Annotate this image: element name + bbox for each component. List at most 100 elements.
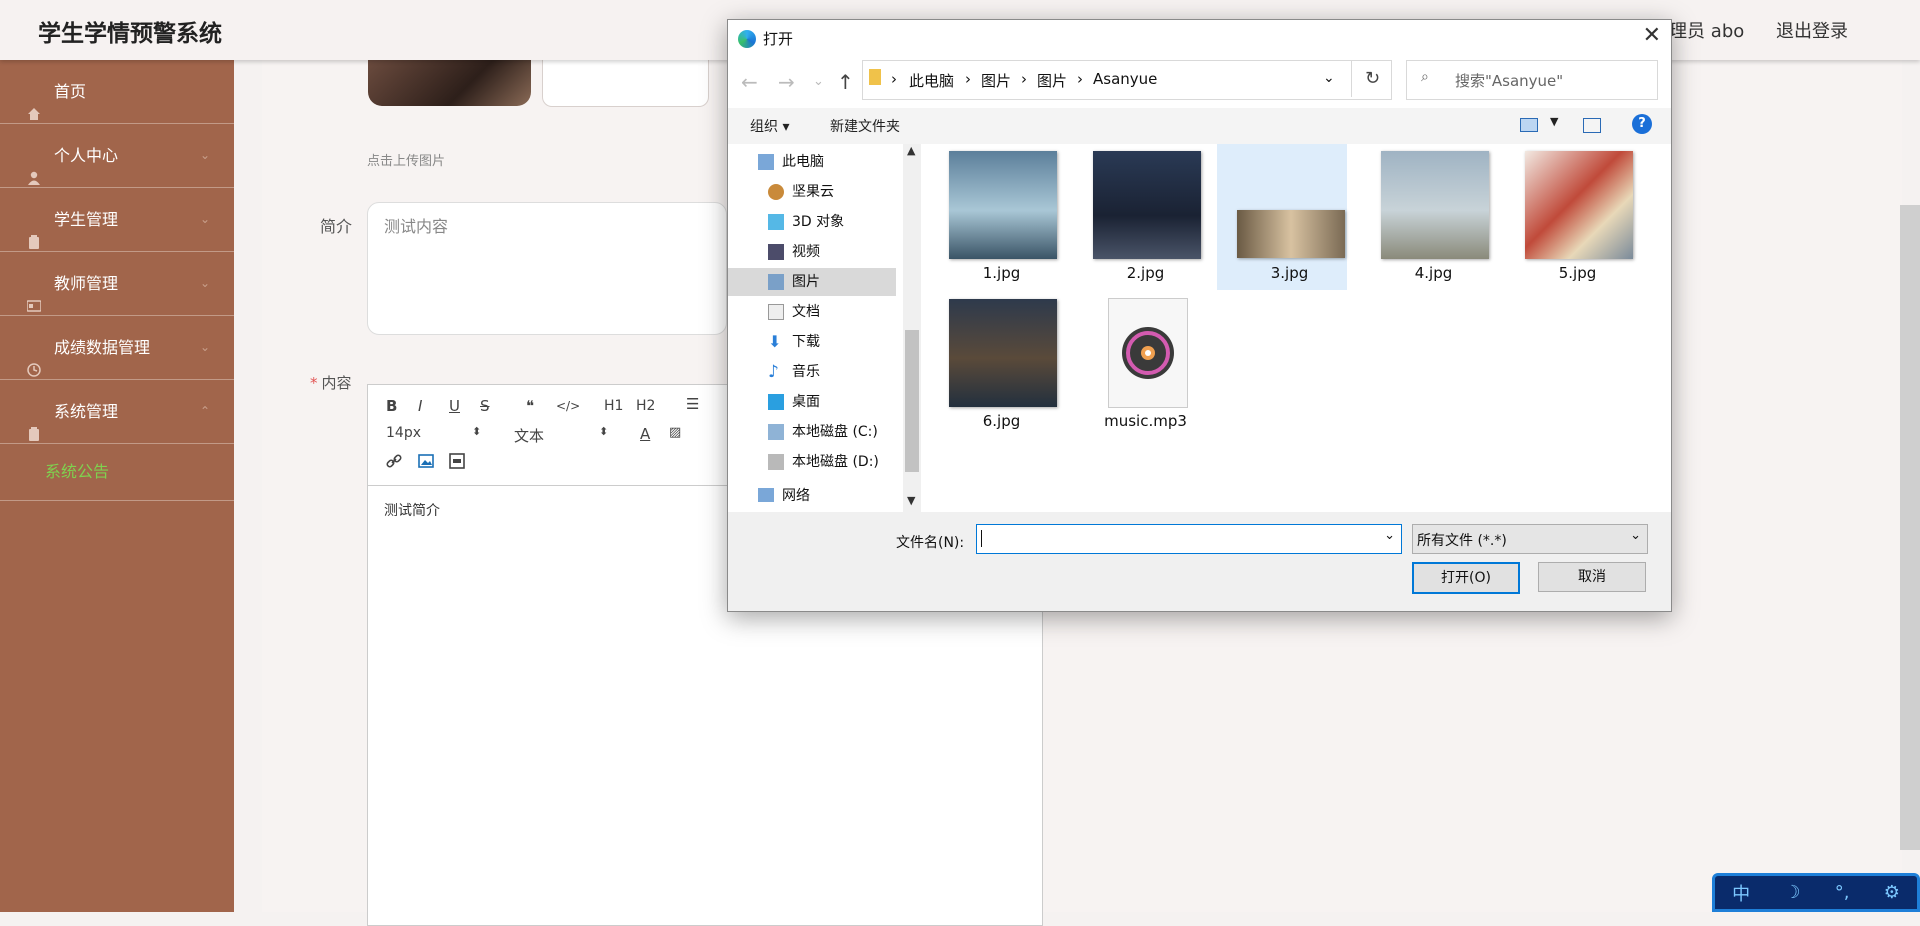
tree-item[interactable]: 文档	[728, 298, 896, 326]
filename-input[interactable]: ⌄	[976, 524, 1402, 554]
dialog-nav-bar: ← → ⌄ ↑ › 此电脑 › 图片 › 图片 › Asanyue ⌄ ↻ ⌕ …	[728, 60, 1671, 106]
font-size-select[interactable]: 14px	[386, 425, 421, 441]
breadcrumb-separator: ›	[1077, 70, 1083, 88]
file-item[interactable]: 2.jpg	[1073, 144, 1203, 290]
sidebar-item-system[interactable]: 系统管理 ⌃	[0, 380, 234, 444]
font-color-icon[interactable]: A	[640, 425, 650, 443]
breadcrumb-item[interactable]: Asanyue	[1093, 70, 1157, 88]
sidebar-item-home[interactable]: 首页	[0, 60, 234, 124]
drive-icon	[768, 424, 784, 440]
sidebar-item-students[interactable]: 学生管理 ⌄	[0, 188, 234, 252]
strike-button[interactable]: S	[480, 397, 490, 415]
back-arrow-icon[interactable]: ←	[741, 70, 758, 94]
up-arrow-icon[interactable]: ↑	[837, 70, 854, 94]
sidebar-item-grades[interactable]: 成绩数据管理 ⌄	[0, 316, 234, 380]
organize-button[interactable]: 组织 ▾	[750, 116, 789, 136]
breadcrumb-item[interactable]: 图片	[981, 70, 1011, 91]
logout-link[interactable]: 退出登录	[1776, 21, 1848, 42]
preview-pane-icon[interactable]	[1583, 118, 1601, 133]
tree-scrollbar[interactable]: ▲ ▼	[903, 144, 921, 512]
italic-button[interactable]: I	[418, 397, 422, 415]
sidebar-item-profile[interactable]: 个人中心 ⌄	[0, 124, 234, 188]
image-icon[interactable]	[418, 453, 434, 473]
breadcrumb-separator: ›	[965, 70, 971, 88]
chevron-down-icon: ⌄	[199, 276, 210, 290]
help-icon[interactable]: ?	[1632, 114, 1652, 134]
command-bar: 组织 ▾ 新建文件夹 ▼ ?	[728, 108, 1671, 144]
address-bar[interactable]: › 此电脑 › 图片 › 图片 › Asanyue ⌄ ↻	[862, 60, 1392, 100]
ime-toolbar[interactable]: 中 ☽ °, ⚙	[1712, 873, 1920, 912]
network-icon	[758, 488, 774, 502]
h1-button[interactable]: H1	[604, 398, 623, 414]
chevron-down-icon[interactable]: ⌄	[1384, 528, 1395, 543]
view-icon[interactable]	[1520, 118, 1538, 132]
h2-button[interactable]: H2	[636, 398, 655, 414]
quote-button[interactable]: ❝	[526, 397, 534, 415]
paragraph-select[interactable]: 文本	[514, 425, 544, 446]
uploaded-image[interactable]	[368, 60, 531, 106]
underline-button[interactable]: U	[449, 397, 460, 415]
ordered-list-icon[interactable]: ☰	[686, 395, 699, 413]
file-item[interactable]: 6.jpg	[929, 292, 1059, 438]
bold-button[interactable]: B	[386, 397, 397, 415]
tree-item[interactable]: 本地磁盘 (D:)	[728, 448, 896, 476]
divider	[1351, 61, 1352, 97]
tree-item[interactable]: ♪ 音乐	[728, 358, 896, 386]
sidebar-item-label: 系统管理	[54, 402, 119, 421]
tree-item[interactable]: 坚果云	[728, 178, 896, 206]
search-input[interactable]: ⌕ 搜索"Asanyue"	[1406, 60, 1658, 100]
upload-box[interactable]	[542, 60, 709, 107]
picture-icon	[768, 274, 784, 290]
breadcrumb-item[interactable]: 图片	[1037, 70, 1067, 91]
tree-item[interactable]: 此电脑	[728, 148, 896, 176]
scroll-thumb[interactable]	[905, 330, 919, 472]
filetype-select[interactable]: 所有文件 (*.*) ⌄	[1412, 524, 1648, 554]
moon-icon[interactable]: ☽	[1784, 882, 1800, 903]
ime-chinese[interactable]: 中	[1732, 880, 1750, 906]
file-item[interactable]: 5.jpg	[1505, 144, 1635, 290]
intro-label: 简介	[320, 217, 353, 236]
link-icon[interactable]	[386, 453, 402, 473]
tree-item[interactable]: 网络	[728, 482, 896, 502]
tree-item[interactable]: 本地磁盘 (C:)	[728, 418, 896, 446]
sidebar-item-teachers[interactable]: 教师管理 ⌄	[0, 252, 234, 316]
scroll-down-icon[interactable]: ▼	[907, 494, 915, 507]
clipboard-icon	[27, 404, 41, 441]
open-button[interactable]: 打开(O)	[1412, 562, 1520, 594]
file-name: 5.jpg	[1558, 264, 1597, 282]
user-icon	[27, 148, 41, 185]
breadcrumb-item[interactable]: 此电脑	[909, 70, 954, 91]
tree-item[interactable]: 桌面	[728, 388, 896, 416]
video-icon[interactable]	[449, 453, 465, 473]
chevron-updown-icon: ⬍	[472, 425, 482, 438]
sidebar-item-label: 个人中心	[54, 146, 119, 165]
chevron-down-icon[interactable]: ⌄	[1323, 70, 1335, 86]
new-folder-button[interactable]: 新建文件夹	[830, 116, 900, 136]
cancel-button[interactable]: 取消	[1538, 562, 1646, 592]
chevron-down-icon[interactable]: ⌄	[813, 74, 824, 89]
tree-item[interactable]: 3D 对象	[728, 208, 896, 236]
background-color-icon[interactable]: ▨	[669, 425, 681, 440]
app-title: 学生学情预警系统	[38, 21, 222, 47]
file-item-selected[interactable]: 3.jpg	[1217, 144, 1347, 290]
gear-icon[interactable]: ⚙	[1884, 882, 1900, 903]
tree-label: 桌面	[792, 394, 820, 410]
chevron-down-icon[interactable]: ▼	[1550, 115, 1558, 128]
file-item[interactable]: 4.jpg	[1361, 144, 1491, 290]
file-item[interactable]: 1.jpg	[929, 144, 1059, 290]
tree-label: 音乐	[792, 364, 820, 380]
sidebar-subitem-notice[interactable]: 系统公告	[0, 444, 234, 501]
page-scrollbar[interactable]	[1900, 205, 1920, 850]
forward-arrow-icon[interactable]: →	[778, 70, 795, 94]
code-button[interactable]: </>	[556, 399, 580, 413]
tree-item[interactable]: 视频	[728, 238, 896, 266]
tree-item-selected[interactable]: 图片	[728, 268, 896, 296]
file-item[interactable]: music.mp3	[1073, 292, 1203, 438]
scroll-up-icon[interactable]: ▲	[907, 144, 915, 157]
intro-textarea[interactable]: 测试内容	[367, 202, 727, 335]
refresh-icon[interactable]: ↻	[1365, 68, 1380, 89]
dialog-title: 打开	[763, 30, 794, 48]
tree-item[interactable]: ⬇ 下载	[728, 328, 896, 356]
punctuation-icon[interactable]: °,	[1835, 882, 1850, 903]
close-icon[interactable]: ✕	[1643, 23, 1661, 48]
